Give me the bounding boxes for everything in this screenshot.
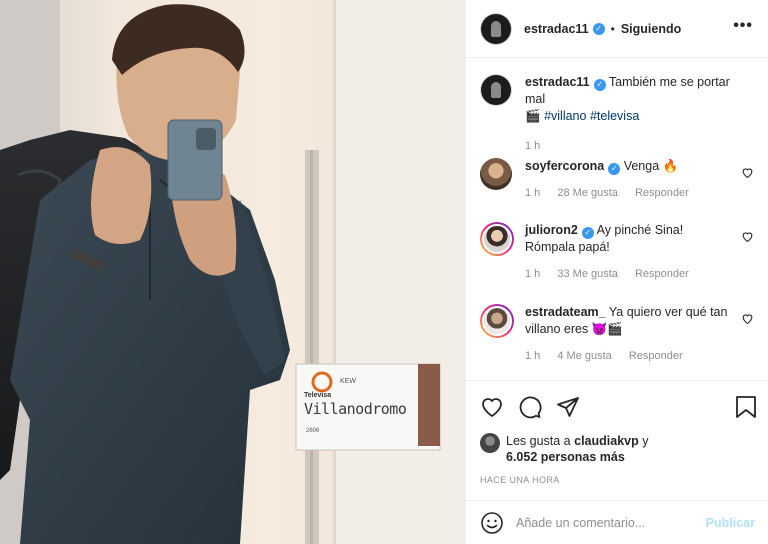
comment-text-line2: Rómpala papá!	[525, 240, 610, 254]
comment-item: julioron2 ✓ Ay pinché Sina! Rómpala papá!…	[480, 222, 762, 283]
publish-button[interactable]: Publicar	[706, 516, 755, 530]
like-comment-heart-icon[interactable]	[741, 166, 754, 179]
comment-time: 1 h	[525, 350, 541, 362]
board-title: Villanodromo	[304, 400, 407, 418]
verified-badge-icon: ✓	[592, 22, 605, 35]
hashtag-villano[interactable]: #villano	[544, 109, 586, 123]
likes-prefix: Les gusta a	[506, 434, 571, 448]
commenter-avatar[interactable]	[480, 158, 512, 190]
following-button[interactable]: Siguiendo	[621, 22, 681, 36]
verified-badge-icon: ✓	[608, 163, 621, 175]
comment-text-line2: villano eres 👿🎬	[525, 322, 623, 336]
reply-button[interactable]: Responder	[635, 268, 689, 280]
author-avatar[interactable]	[480, 12, 512, 45]
verified-badge-icon: ✓	[593, 79, 606, 91]
commenter-username[interactable]: soyfercorona	[525, 159, 604, 173]
verified-badge-icon: ✓	[581, 227, 594, 239]
comment-likes[interactable]: 28 Me gusta	[557, 187, 618, 199]
comment-icon[interactable]	[518, 395, 542, 419]
commenter-username[interactable]: estradateam_	[525, 305, 606, 319]
post-photo[interactable]: Televisa KEW Villanodromo 2606	[0, 0, 465, 544]
post-side-panel: estradac11 ✓ • Siguiendo ••• estradac11 ✓…	[465, 0, 768, 544]
comment-time: 1 h	[525, 268, 541, 280]
add-comment-bar: Publicar	[466, 500, 768, 544]
separator-dot: •	[610, 21, 615, 36]
caption-username[interactable]: estradac11	[525, 75, 590, 89]
bookmark-icon[interactable]	[735, 395, 757, 419]
like-comment-heart-icon[interactable]	[741, 312, 754, 325]
hashtag-televisa[interactable]: #televisa	[590, 109, 639, 123]
comment-time: 1 h	[525, 187, 541, 199]
comment-text-line1: Ya quiero ver qué tan	[608, 305, 728, 319]
caption-avatar[interactable]	[480, 74, 512, 106]
comment-text-line1: Ay pinché Sina!	[596, 223, 684, 237]
comment-item: estradateam_ Ya quiero ver qué tan villa…	[480, 304, 762, 365]
comment-text: Venga 🔥	[623, 159, 679, 173]
caption-emoji: 🎬	[525, 109, 541, 123]
share-icon[interactable]	[556, 395, 580, 419]
commenter-avatar[interactable]	[480, 222, 514, 256]
comment-likes[interactable]: 4 Me gusta	[557, 350, 611, 362]
board-sub: KEW	[340, 378, 356, 385]
board-number: 2606	[306, 428, 320, 434]
commenter-username[interactable]: julioron2	[525, 223, 578, 237]
likes-summary: Les gusta a claudiakvp y 6.052 personas …	[480, 433, 648, 465]
mirror-selfie-illustration	[0, 0, 465, 544]
commenter-avatar[interactable]	[480, 304, 514, 338]
post-actions: Les gusta a claudiakvp y 6.052 personas …	[466, 380, 768, 500]
instagram-post-view: Televisa KEW Villanodromo 2606 estradac1…	[0, 0, 768, 544]
reply-button[interactable]: Responder	[629, 350, 683, 362]
board-brand: Televisa	[304, 392, 332, 399]
liker-username[interactable]: claudiakvp	[574, 434, 639, 448]
emoji-icon[interactable]	[480, 511, 504, 535]
likes-suffix: y	[642, 434, 649, 448]
comments-list: estradac11 ✓ También me se portar mal 🎬 #…	[466, 58, 768, 380]
post-timestamp: HACE UNA HORA	[480, 475, 560, 485]
caption-time: 1 h	[525, 140, 541, 152]
comment-item: soyfercorona ✓ Venga 🔥 1 h 28 Me gusta Re…	[480, 158, 762, 202]
caption: estradac11 ✓ También me se portar mal 🎬 #…	[480, 74, 762, 155]
like-comment-heart-icon[interactable]	[741, 230, 754, 243]
comment-likes[interactable]: 33 Me gusta	[557, 268, 618, 280]
likes-count[interactable]: 6.052 personas más	[506, 450, 625, 464]
more-options-icon[interactable]: •••	[733, 17, 753, 35]
comment-input[interactable]	[516, 515, 696, 530]
author-username[interactable]: estradac11	[524, 22, 589, 36]
heart-icon[interactable]	[480, 395, 504, 419]
reply-button[interactable]: Responder	[635, 187, 689, 199]
liker-avatar[interactable]	[480, 433, 500, 453]
post-header: estradac11 ✓ • Siguiendo •••	[466, 0, 768, 58]
